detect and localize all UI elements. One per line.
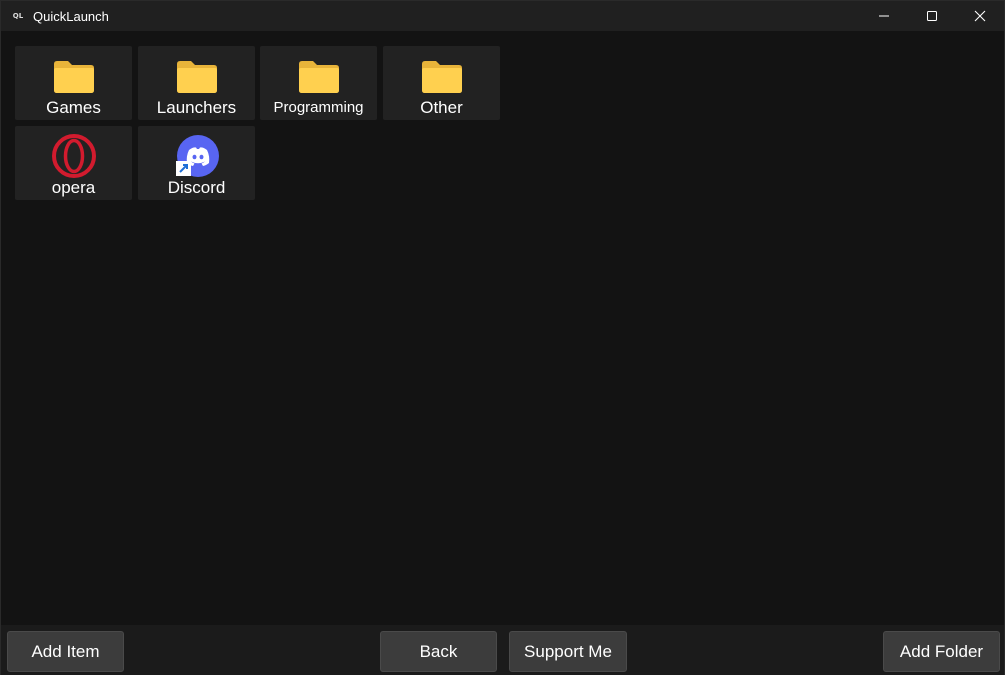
bottom-toolbar: Add Item Back Support Me Add Folder	[1, 625, 1004, 675]
folder-tile-programming[interactable]: Programming	[260, 46, 377, 120]
app-tile-discord[interactable]: Discord	[138, 126, 255, 200]
tile-label: Programming	[273, 99, 364, 116]
folder-tile-other[interactable]: Other	[383, 46, 500, 120]
app-window: QL QuickLaunch Games Launchers Programmi…	[0, 0, 1005, 675]
folder-tile-launchers[interactable]: Launchers	[138, 46, 255, 120]
folder-tile-games[interactable]: Games	[15, 46, 132, 120]
app-tile-opera[interactable]: opera	[15, 126, 132, 200]
minimize-button[interactable]	[860, 1, 908, 31]
tile-label: Launchers	[156, 98, 237, 117]
back-button[interactable]: Back	[380, 631, 497, 672]
tile-label: Discord	[167, 178, 226, 197]
support-me-button[interactable]: Support Me	[509, 631, 627, 672]
window-title: QuickLaunch	[33, 8, 109, 24]
maximize-button[interactable]	[908, 1, 956, 31]
tile-label: Games	[46, 98, 101, 117]
opera-icon	[51, 134, 97, 178]
folder-icon	[51, 54, 97, 98]
add-item-button[interactable]: Add Item	[7, 631, 124, 672]
maximize-icon	[927, 11, 937, 21]
close-button[interactable]	[956, 1, 1004, 31]
title-bar[interactable]: QL QuickLaunch	[1, 1, 1004, 31]
minimize-icon	[879, 15, 889, 17]
tile-label: Other	[420, 98, 463, 117]
close-icon	[974, 10, 986, 22]
folder-icon	[296, 54, 342, 98]
folder-icon	[174, 54, 220, 98]
discord-icon	[174, 134, 220, 178]
window-controls	[860, 1, 1004, 31]
add-folder-button[interactable]: Add Folder	[883, 631, 1000, 672]
tile-label: opera	[51, 178, 96, 197]
folder-icon	[419, 54, 465, 98]
app-logo-icon: QL	[12, 12, 24, 20]
